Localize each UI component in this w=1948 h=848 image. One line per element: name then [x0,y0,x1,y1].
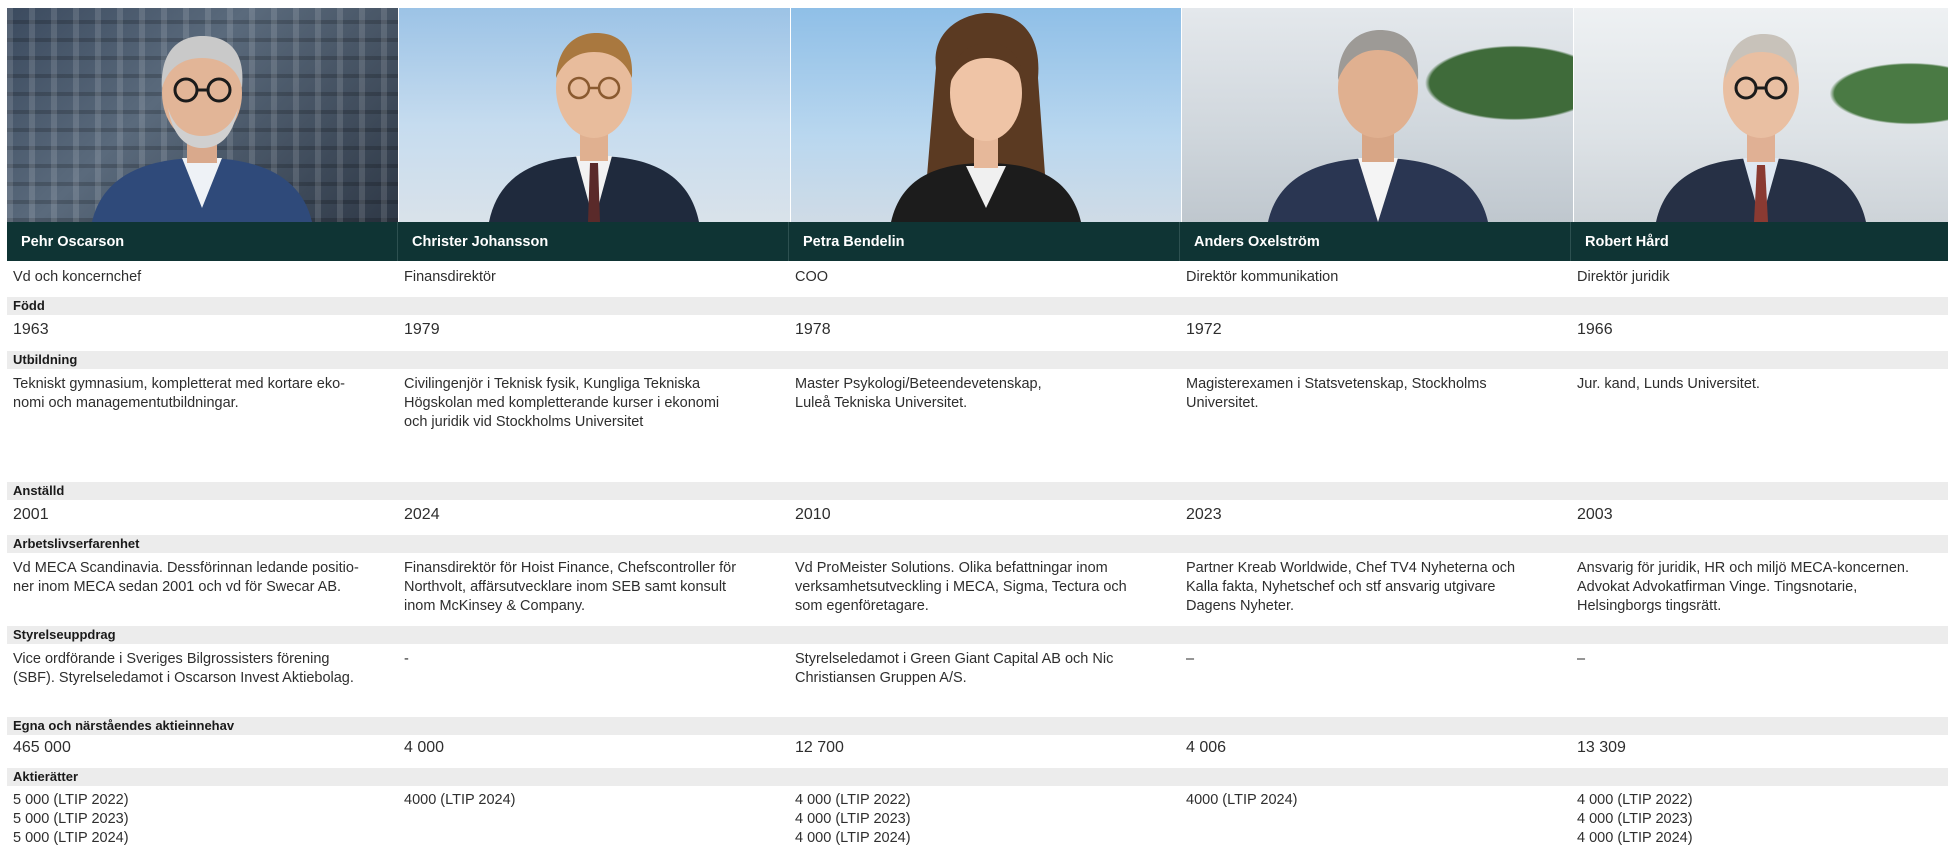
board-value: Styrelseledamot i Green Giant Capital AB… [795,651,1114,686]
experience-value: Vd ProMeister Solutions. Olika befattnin… [795,560,1127,614]
born-value: 1979 [404,321,440,338]
rights-value: 4000 (LTIP 2024) [404,792,516,808]
portrait-petra-bendelin [790,8,1182,222]
education-value: Civilingenjör i Teknisk fysik, Kungliga … [404,376,720,430]
born-value: 1972 [1186,321,1222,338]
name-bar: Pehr Oscarson Christer Johansson Petra B… [7,222,1948,261]
born-value: 1966 [1577,321,1613,338]
rights-row: 5 000 (LTIP 2022) 5 000 (LTIP 2023) 5 00… [7,791,1948,848]
experience-value: Finansdirektör för Hoist Finance, Chefsc… [404,560,737,614]
board-value: – [1186,651,1195,667]
experience-value: Ansvarig för juridik, HR och miljö MECA-… [1577,560,1909,614]
label-born: Född [7,297,1948,315]
person-title: Direktör kommunikation [1186,269,1339,285]
portrait-strip [7,8,1948,222]
person-name: Anders Oxelström [1180,222,1571,261]
label-experience: Arbetslivserfarenhet [7,535,1948,553]
rights-value: 4000 (LTIP 2024) [1186,792,1298,808]
shares-value: 465 000 [13,739,71,756]
born-value: 1978 [795,321,831,338]
person-name: Petra Bendelin [789,222,1180,261]
person-name: Pehr Oscarson [7,222,398,261]
board-value: Vice ordförande i Sveriges Bilgrossister… [13,651,354,686]
rights-value: 4 000 (LTIP 2022) 4 000 (LTIP 2023) 4 00… [795,792,911,846]
rights-value: 4 000 (LTIP 2022) 4 000 (LTIP 2023) 4 00… [1577,792,1693,846]
portrait-pehr-oscarson [7,8,398,222]
employed-value: 2023 [1186,506,1222,523]
employed-value: 2010 [795,506,831,523]
education-value: Tekniskt gymnasium, kompletterat med kor… [13,376,346,411]
born-row: 1963 1979 1978 1972 1966 [7,320,1948,339]
employed-value: 2024 [404,506,440,523]
portrait-christer-johansson [398,8,790,222]
portrait-robert-hard [1574,8,1948,222]
born-value: 1963 [13,321,49,338]
shares-value: 4 006 [1186,739,1227,756]
board-value: – [1577,651,1586,667]
education-value: Magisterexamen i Statsvetenskap, Stockho… [1186,376,1487,411]
title-row: Vd och koncernchef Finansdirektör COO Di… [7,268,1948,287]
label-board: Styrelseuppdrag [7,626,1948,644]
board-value: - [404,651,409,667]
shares-value: 13 309 [1577,739,1626,756]
shares-value: 12 700 [795,739,844,756]
person-name: Christer Johansson [398,222,789,261]
person-title: Finansdirektör [404,269,496,285]
person-title: Vd och koncernchef [13,269,142,285]
experience-row: Vd MECA Scandinavia. Dessförinnan ledand… [7,559,1948,616]
shares-row: 465 000 4 000 12 700 4 006 13 309 [7,738,1948,757]
person-title: COO [795,269,829,285]
experience-value: Vd MECA Scandinavia. Dessförinnan ledand… [13,560,359,595]
employed-row: 2001 2024 2010 2023 2003 [7,505,1948,524]
experience-value: Partner Kreab Worldwide, Chef TV4 Nyhete… [1186,560,1516,614]
education-value: Jur. kand, Lunds Universitet. [1577,376,1760,392]
employed-value: 2001 [13,506,49,523]
label-employed: Anställd [7,482,1948,500]
rights-value: 5 000 (LTIP 2022) 5 000 (LTIP 2023) 5 00… [13,792,129,846]
label-education: Utbildning [7,351,1948,369]
label-rights: Aktierätter [7,768,1948,786]
person-title: Direktör juridik [1577,269,1670,285]
label-shares: Egna och närståendes aktieinnehav [7,717,1948,735]
person-name: Robert Hård [1585,233,1669,250]
education-row: Tekniskt gymnasium, kompletterat med kor… [7,375,1948,432]
education-value: Master Psykologi/Beteendevetenskap, Lule… [795,376,1042,411]
portrait-anders-oxelstrom [1182,8,1574,222]
employed-value: 2003 [1577,506,1613,523]
shares-value: 4 000 [404,739,445,756]
board-row: Vice ordförande i Sveriges Bilgrossister… [7,650,1948,688]
